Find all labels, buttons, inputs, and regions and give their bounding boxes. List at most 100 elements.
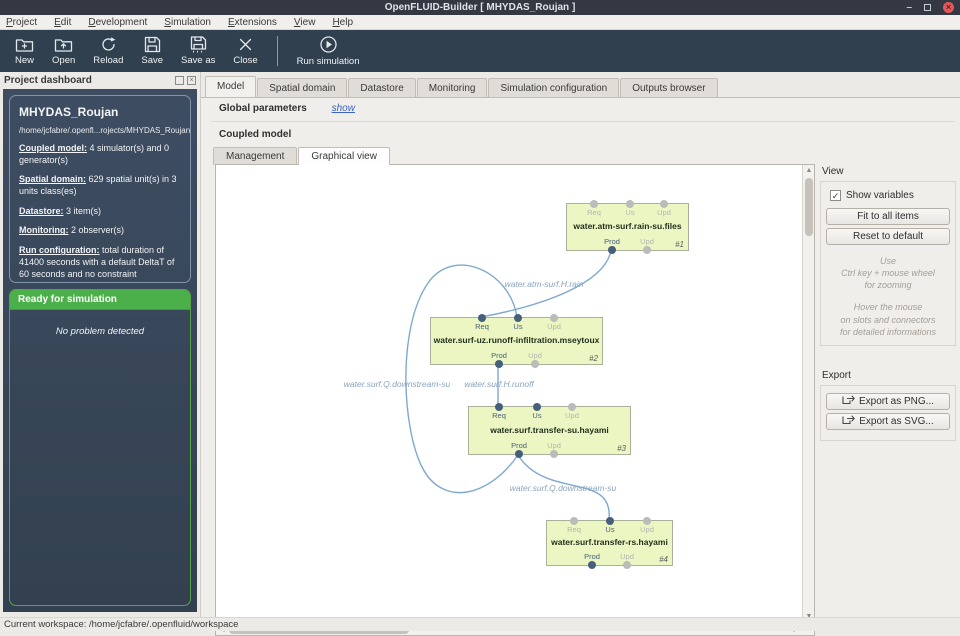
coupled-model-label: Coupled model: [219, 129, 292, 140]
slot-prod-dot[interactable]: [608, 246, 616, 254]
project-path: /home/jcfabre/.openfl...rojects/MHYDAS_R…: [19, 126, 191, 135]
slot-upd-dot[interactable]: [643, 246, 651, 254]
status-message: No problem detected: [55, 326, 145, 337]
slot-prod-label: Prod: [511, 441, 527, 450]
fit-to-all-items-button[interactable]: Fit to all items: [826, 208, 950, 225]
restore-icon[interactable]: [924, 4, 931, 11]
folder-open-icon: [54, 36, 73, 53]
slot-upd-dot[interactable]: [568, 403, 576, 411]
vertical-scrollbar[interactable]: ▲ ▼: [802, 165, 814, 623]
menu-development[interactable]: Development: [88, 17, 147, 28]
dock-float-icon[interactable]: [175, 75, 184, 85]
slot-upd-dot[interactable]: [550, 450, 558, 458]
menu-extensions[interactable]: Extensions: [228, 17, 277, 28]
export-group-box: Export as PNG... Export as SVG...: [820, 384, 956, 441]
slot-prod-dot[interactable]: [515, 450, 523, 458]
tab-simulation-configuration[interactable]: Simulation configuration: [488, 78, 620, 97]
slot-prod-label: Prod: [491, 351, 507, 360]
menu-view[interactable]: View: [294, 17, 316, 28]
coupled-model-subtabs: Management Graphical view: [213, 146, 391, 165]
tab-datastore[interactable]: Datastore: [348, 78, 416, 97]
menu-simulation[interactable]: Simulation: [164, 17, 211, 28]
toolbar-button-label: Run simulation: [296, 56, 360, 67]
reset-to-default-button[interactable]: Reset to default: [826, 228, 950, 245]
slot-prod-dot[interactable]: [588, 561, 596, 569]
slot-req-label: Req: [587, 208, 601, 217]
export-png-button[interactable]: Export as PNG...: [826, 392, 950, 410]
zoom-hint-text: Use Ctrl key + mouse wheel for zooming: [841, 256, 935, 291]
dock-header: Project dashboard ×: [0, 72, 200, 88]
tab-monitoring[interactable]: Monitoring: [416, 78, 488, 97]
subtab-graphical-view[interactable]: Graphical view: [298, 147, 390, 165]
slot-prod-label: Prod: [584, 552, 600, 561]
scroll-up-icon[interactable]: ▲: [803, 165, 815, 177]
slot-req-label: Req: [475, 322, 489, 331]
save-button[interactable]: Save: [132, 31, 172, 71]
menu-project[interactable]: Project: [6, 17, 37, 28]
connector-label: water.surf.H.runoff: [464, 379, 534, 389]
show-variables-label: Show variables: [846, 190, 914, 201]
graphical-view-canvas[interactable]: water.atm-surf.H.rain water.surf.Q.downst…: [215, 164, 815, 636]
view-group-label: View: [822, 166, 844, 177]
slot-upd-label: Upd: [640, 525, 654, 534]
toolbar-button-label: Save: [141, 55, 164, 66]
slot-upd-dot[interactable]: [531, 360, 539, 368]
slot-req-dot[interactable]: [590, 200, 598, 208]
status-bar: Current workspace: /home/jcfabre/.openfl…: [0, 617, 960, 631]
slot-upd-dot[interactable]: [550, 314, 558, 322]
subtab-management[interactable]: Management: [213, 147, 298, 165]
window-close-icon[interactable]: ×: [943, 2, 954, 13]
dashboard-entry: Monitoring: 2 observer(s): [19, 225, 125, 236]
toolbar-button-label: New: [15, 55, 35, 66]
slot-prod-dot[interactable]: [495, 360, 503, 368]
slot-req-dot[interactable]: [478, 314, 486, 322]
slot-us-dot[interactable]: [626, 200, 634, 208]
show-variables-checkbox[interactable]: ✓: [830, 190, 841, 201]
model-diagram-viewport[interactable]: water.atm-surf.H.rain water.surf.Q.downst…: [216, 165, 802, 623]
view-group-box: ✓ Show variables Fit to all items Reset …: [820, 181, 956, 346]
window-titlebar: OpenFLUID-Builder [ MHYDAS_Roujan ] – ×: [0, 0, 960, 15]
folder-new-icon: [15, 36, 34, 53]
simulator-node[interactable]: water.surf-uz.runoff-infiltration.mseyto…: [430, 314, 603, 368]
slot-upd-dot[interactable]: [643, 517, 651, 525]
close-button[interactable]: Close: [224, 31, 266, 71]
toolbar-button-label: Reload: [93, 55, 124, 66]
slot-upd-label: Upd: [547, 322, 561, 331]
simulator-id: water.atm-surf.rain-su.files: [573, 221, 682, 232]
open-button[interactable]: Open: [43, 31, 84, 71]
slot-us-dot[interactable]: [533, 403, 541, 411]
slot-us-dot[interactable]: [606, 517, 614, 525]
hover-hint-text: Hover the mouse on slots and connectors …: [839, 302, 937, 337]
reload-icon: [99, 36, 118, 53]
slot-upd-dot[interactable]: [660, 200, 668, 208]
slot-req-dot[interactable]: [495, 403, 503, 411]
tab-model[interactable]: Model: [205, 76, 257, 97]
save-as-button[interactable]: Save as: [172, 31, 224, 71]
simulator-id: water.surf-uz.runoff-infiltration.mseyto…: [433, 335, 600, 346]
connector-label: water.surf.Q.downstream-su: [343, 379, 451, 389]
tab-outputs-browser[interactable]: Outputs browser: [620, 78, 718, 97]
export-svg-button[interactable]: Export as SVG...: [826, 412, 950, 430]
slot-req-label: Req: [567, 525, 581, 534]
simulator-node[interactable]: water.atm-surf.rain-su.files #1 Req Us Upd Pr…: [566, 200, 689, 254]
new-button[interactable]: New: [6, 31, 43, 71]
slot-us-dot[interactable]: [514, 314, 522, 322]
menu-help[interactable]: Help: [332, 17, 353, 28]
menu-edit[interactable]: Edit: [54, 17, 71, 28]
slot-upd-dot[interactable]: [623, 561, 631, 569]
simulator-node[interactable]: water.surf.transfer-su.hayami #3 Req Us Upd P…: [468, 403, 631, 458]
slot-upd-label: Upd: [620, 552, 634, 561]
simulator-node[interactable]: water.surf.transfer-rs.hayami #4 Req Us Upd P…: [546, 517, 673, 569]
dock-close-icon[interactable]: ×: [187, 75, 196, 85]
vertical-scroll-thumb[interactable]: [805, 178, 813, 236]
toolbar-button-label: Open: [52, 55, 76, 66]
menu-bar: Project Edit Development Simulation Extensio…: [0, 15, 960, 30]
show-link[interactable]: show: [332, 103, 355, 114]
dashboard-entry: Run configuration: total duration of 414…: [19, 245, 175, 279]
run-simulation-button[interactable]: Run simulation: [288, 31, 369, 71]
simulator-id: water.surf.transfer-rs.hayami: [551, 537, 668, 548]
reload-button[interactable]: Reload: [84, 31, 132, 71]
minimize-icon[interactable]: –: [906, 2, 912, 13]
tab-spatial-domain[interactable]: Spatial domain: [257, 78, 348, 97]
slot-req-dot[interactable]: [570, 517, 578, 525]
